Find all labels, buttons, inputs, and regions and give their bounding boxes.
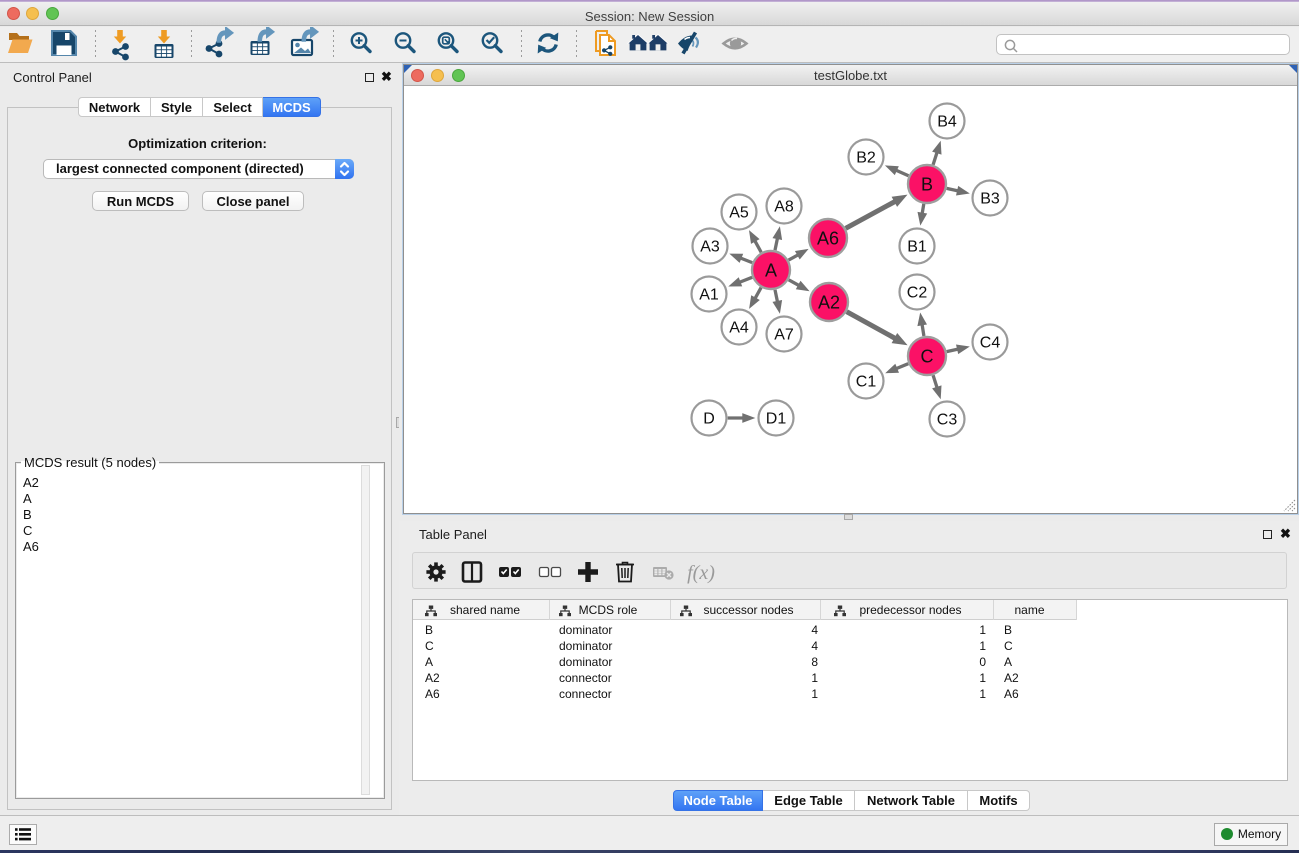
svg-text:C1: C1 (856, 374, 877, 391)
svg-text:B3: B3 (980, 191, 1000, 208)
svg-text:C2: C2 (907, 285, 928, 302)
svg-text:A5: A5 (729, 205, 749, 222)
svg-text:f(x): f(x) (687, 562, 715, 584)
svg-text:B2: B2 (856, 150, 876, 167)
svg-text:A7: A7 (774, 327, 794, 344)
svg-text:D1: D1 (766, 411, 787, 428)
svg-text:C4: C4 (980, 335, 1001, 352)
svg-text:B4: B4 (937, 114, 957, 131)
svg-text:A1: A1 (699, 287, 719, 304)
svg-text:D: D (703, 411, 715, 428)
svg-text:A4: A4 (729, 320, 749, 337)
svg-text:B1: B1 (907, 239, 927, 256)
svg-text:C: C (921, 347, 934, 367)
svg-text:A2: A2 (818, 293, 840, 313)
svg-text:A8: A8 (774, 199, 794, 216)
svg-text:A3: A3 (700, 239, 720, 256)
svg-text:A6: A6 (817, 229, 839, 249)
svg-text:B: B (921, 175, 933, 195)
svg-text:A: A (765, 261, 777, 281)
svg-text:C3: C3 (937, 412, 958, 429)
